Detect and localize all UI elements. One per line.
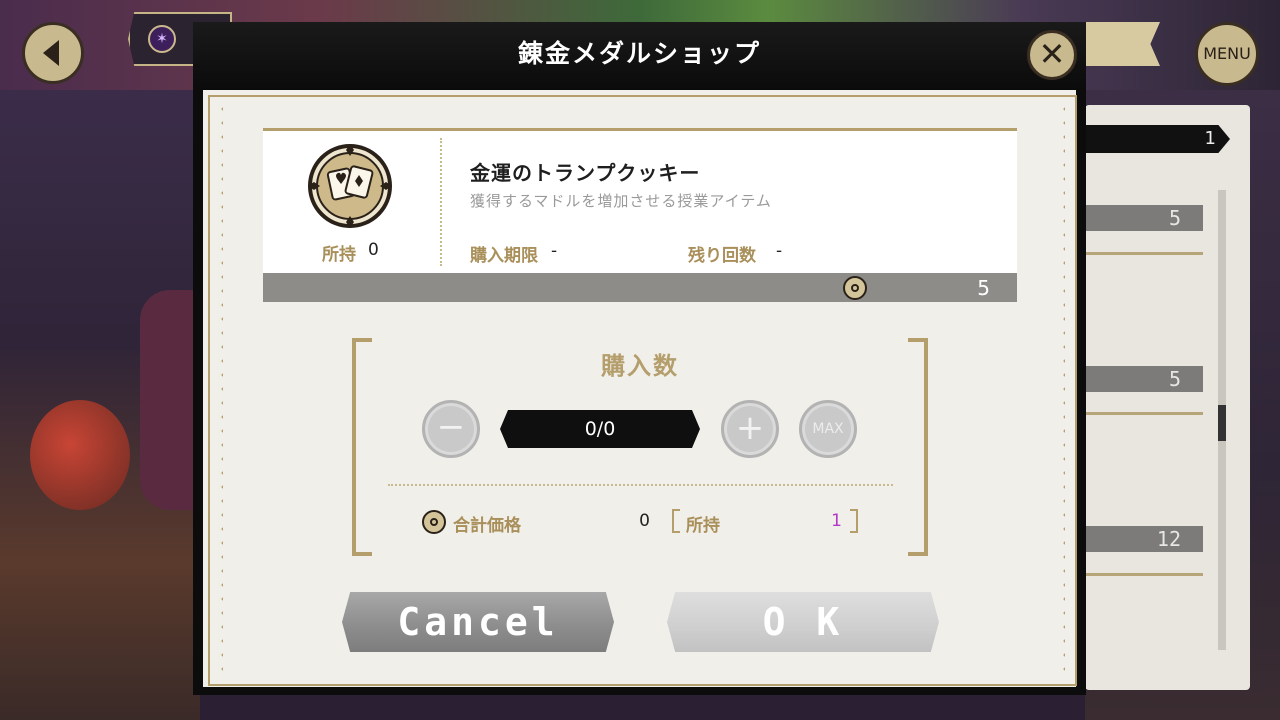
quantity-bracket-right <box>908 338 928 556</box>
top-right-banner <box>1080 22 1160 66</box>
balance-bracket-right <box>850 509 858 533</box>
decrease-quantity-button[interactable]: − <box>422 400 480 458</box>
max-quantity-button[interactable]: MAX <box>799 400 857 458</box>
balance-label: 所持 <box>686 516 720 536</box>
modal-title: 錬金メダルショップ <box>517 39 761 68</box>
remaining-count-label: 残り回数 <box>688 246 756 266</box>
fruit-bowl-decoration <box>30 400 130 510</box>
quantity-separator <box>388 484 893 486</box>
alchemy-medal-icon <box>843 276 867 300</box>
gem-icon: ✶ <box>148 25 176 53</box>
item-name: 金運のトランプクッキー <box>470 161 701 185</box>
purchase-deadline-value: - <box>551 241 558 261</box>
total-price-value: 0 <box>639 511 650 531</box>
frame-dots-right <box>1063 102 1065 677</box>
item-card-divider <box>440 138 442 266</box>
background-list-scroll-thumb[interactable] <box>1218 405 1226 441</box>
item-price-bar <box>263 273 1017 302</box>
background-list-divider <box>1085 573 1203 576</box>
menu-button[interactable]: MENU <box>1195 22 1259 86</box>
frame-dots-left <box>221 102 223 677</box>
close-button[interactable]: ✕ <box>1027 30 1077 80</box>
purchase-deadline-label: 購入期限 <box>470 246 538 266</box>
cancel-button[interactable]: Cancel <box>342 592 614 652</box>
trump-cookie-icon <box>308 144 392 228</box>
quantity-bracket-left <box>352 338 372 556</box>
total-price-label: 合計価格 <box>453 516 521 536</box>
ok-button[interactable]: O K <box>667 592 939 652</box>
background-list-divider <box>1085 412 1203 415</box>
balance-value: 1 <box>831 511 842 531</box>
balance-bracket-left <box>672 509 680 533</box>
back-button[interactable] <box>22 22 84 84</box>
quantity-title: 購入数 <box>601 352 679 380</box>
item-owned-value: 0 <box>368 240 379 260</box>
background-list-price: 12 <box>1085 526 1203 552</box>
background-list-badge: 1 <box>1085 125 1230 153</box>
quantity-display: 0/0 <box>500 410 700 448</box>
item-owned-label: 所持 <box>322 245 356 265</box>
background-list-price: 5 <box>1085 205 1203 231</box>
item-description: 獲得するマドルを増加させる授業アイテム <box>470 192 772 210</box>
back-arrow-icon <box>43 40 59 66</box>
remaining-count-value: - <box>776 241 783 261</box>
item-price: 5 <box>977 276 990 300</box>
increase-quantity-button[interactable]: + <box>721 400 779 458</box>
background-list-price: 5 <box>1085 366 1203 392</box>
background-list-divider <box>1085 252 1203 255</box>
alchemy-medal-icon <box>422 510 446 534</box>
